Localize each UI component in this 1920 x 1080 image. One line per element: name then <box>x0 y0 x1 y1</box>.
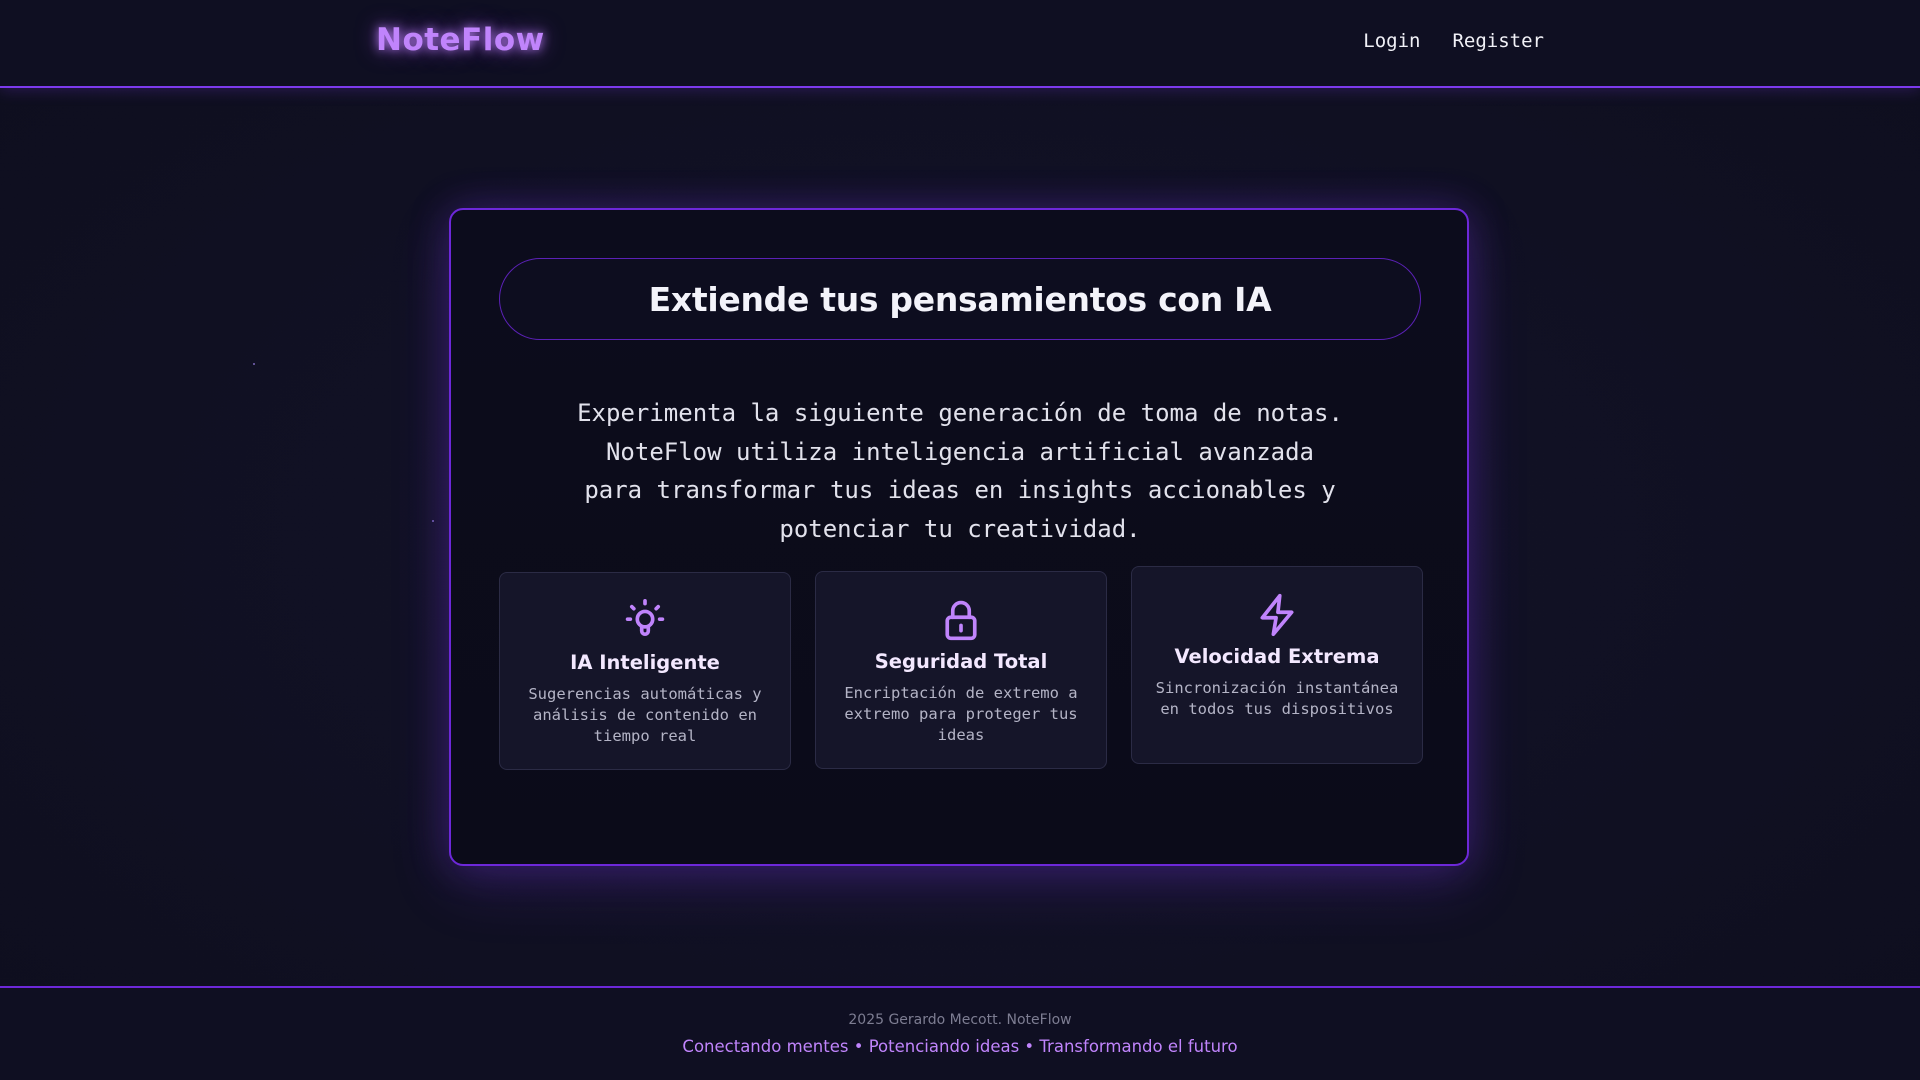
login-link[interactable]: Login <box>1363 30 1420 52</box>
hero-title: Extiende tus pensamientos con IA <box>648 279 1272 319</box>
hero-card: Extiende tus pensamientos con IA Experim… <box>449 208 1469 866</box>
lightbulb-icon <box>625 599 665 636</box>
feature-card-security: Seguridad Total Encriptación de extremo … <box>815 571 1107 769</box>
hero-description: Experimenta la siguiente generación de t… <box>577 399 1343 543</box>
register-link[interactable]: Register <box>1452 30 1544 52</box>
footer-tagline: Conectando mentes • Potenciando ideas • … <box>682 1037 1238 1056</box>
hero-title-container: Extiende tus pensamientos con IA <box>499 258 1421 340</box>
feature-title: Seguridad Total <box>874 650 1048 673</box>
site-footer: 2025 Gerardo Mecott. NoteFlow Conectando… <box>0 986 1920 1080</box>
lightning-icon <box>1260 593 1294 637</box>
main-nav: Login Register <box>1363 30 1544 52</box>
site-header: NoteFlow Login Register <box>0 0 1920 88</box>
background-star <box>432 520 434 522</box>
feature-title: IA Inteligente <box>570 651 720 674</box>
feature-description: Encriptación de extremo a extremo para p… <box>844 684 1078 744</box>
lock-icon <box>945 600 977 641</box>
feature-card-ai: IA Inteligente Sugerencias automáticas y… <box>499 572 791 770</box>
copyright-text: 2025 Gerardo Mecott. NoteFlow <box>848 1012 1072 1028</box>
background-star <box>253 363 255 365</box>
feature-description: Sincronización instantánea en todos tus … <box>1155 679 1399 718</box>
feature-card-speed: Velocidad Extrema Sincronización instant… <box>1131 566 1423 764</box>
feature-title: Velocidad Extrema <box>1174 645 1380 668</box>
feature-description: Sugerencias automáticas y análisis de co… <box>528 685 762 745</box>
logo[interactable]: NoteFlow <box>376 22 545 58</box>
